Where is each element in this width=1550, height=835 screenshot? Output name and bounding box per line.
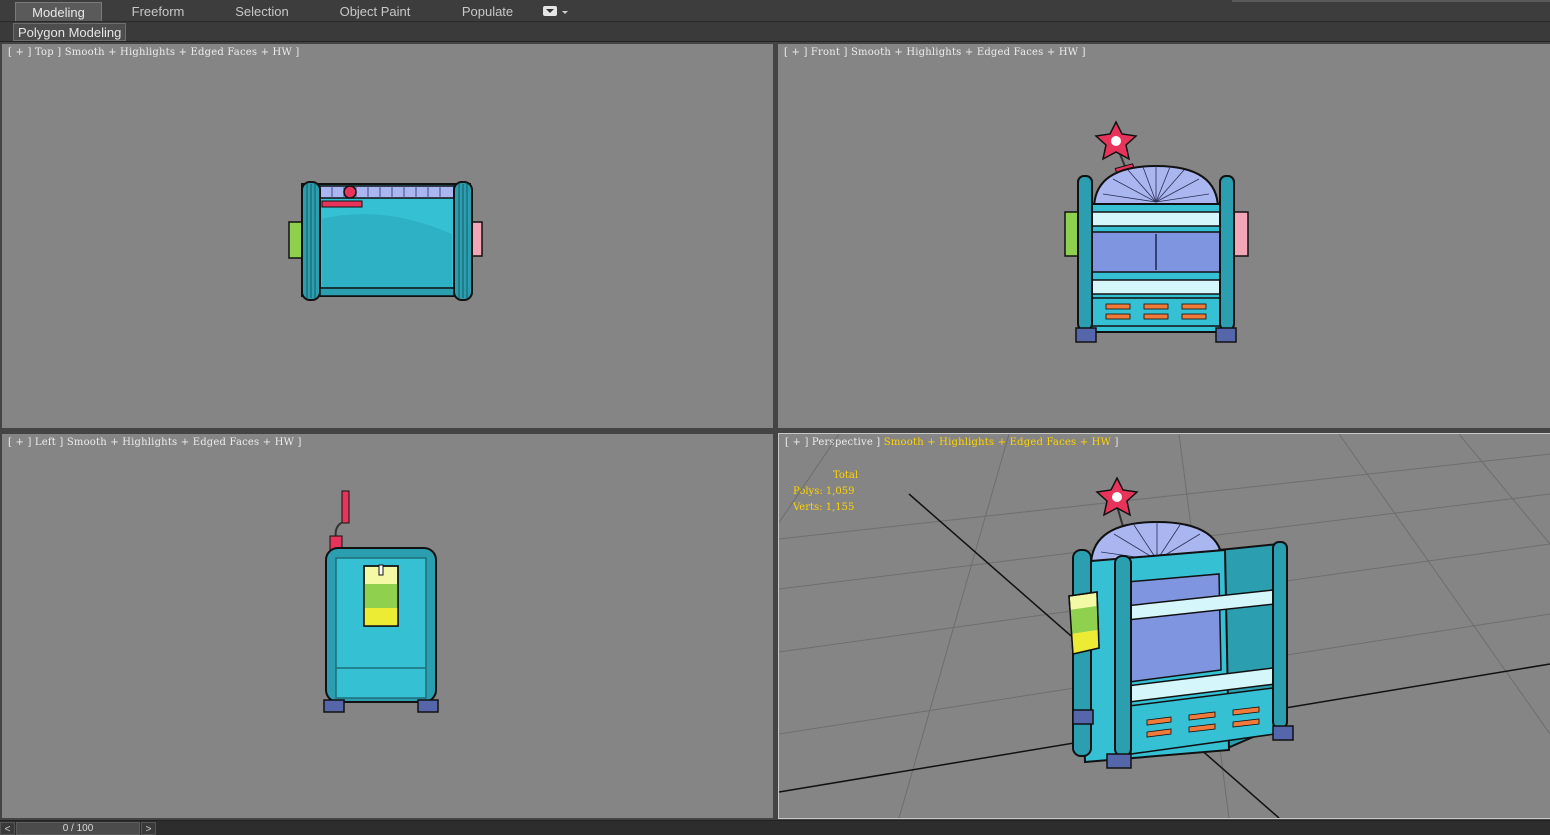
chevron-down-icon[interactable] bbox=[562, 11, 568, 14]
viewport-top[interactable]: [ + ] Top ] Smooth + Highlights + Edged … bbox=[2, 44, 773, 428]
polygon-modeling-tab[interactable]: Polygon Modeling bbox=[13, 23, 127, 41]
tab-selection[interactable]: Selection bbox=[222, 2, 302, 21]
ribbon-divider bbox=[1232, 0, 1550, 2]
viewport-front[interactable]: [ + ] Front ] Smooth + Highlights + Edge… bbox=[778, 44, 1550, 428]
front-view-model bbox=[1064, 120, 1249, 343]
tab-populate[interactable]: Populate bbox=[450, 2, 525, 21]
tab-freeform[interactable]: Freeform bbox=[118, 2, 198, 21]
time-slider[interactable]: 0 / 100 bbox=[16, 822, 140, 835]
viewport-perspective[interactable]: [ + ] Perspective ] Smooth + Highlights … bbox=[778, 433, 1550, 819]
top-view-model bbox=[288, 181, 483, 301]
time-slider-bar: < 0 / 100 > bbox=[0, 820, 1550, 835]
viewport-left[interactable]: [ + ] Left ] Smooth + Highlights + Edged… bbox=[2, 434, 773, 818]
ribbon: Modeling Freeform Selection Object Paint… bbox=[0, 0, 1550, 22]
prev-frame-button[interactable]: < bbox=[0, 822, 15, 835]
left-view-model bbox=[323, 490, 439, 713]
ribbon-subbar: Polygon Modeling bbox=[0, 22, 1550, 42]
next-frame-button[interactable]: > bbox=[141, 822, 156, 835]
ribbon-options-icon[interactable] bbox=[543, 6, 557, 16]
tab-modeling[interactable]: Modeling bbox=[15, 2, 102, 21]
tab-object-paint[interactable]: Object Paint bbox=[330, 2, 420, 21]
perspective-view-model bbox=[779, 434, 1550, 818]
